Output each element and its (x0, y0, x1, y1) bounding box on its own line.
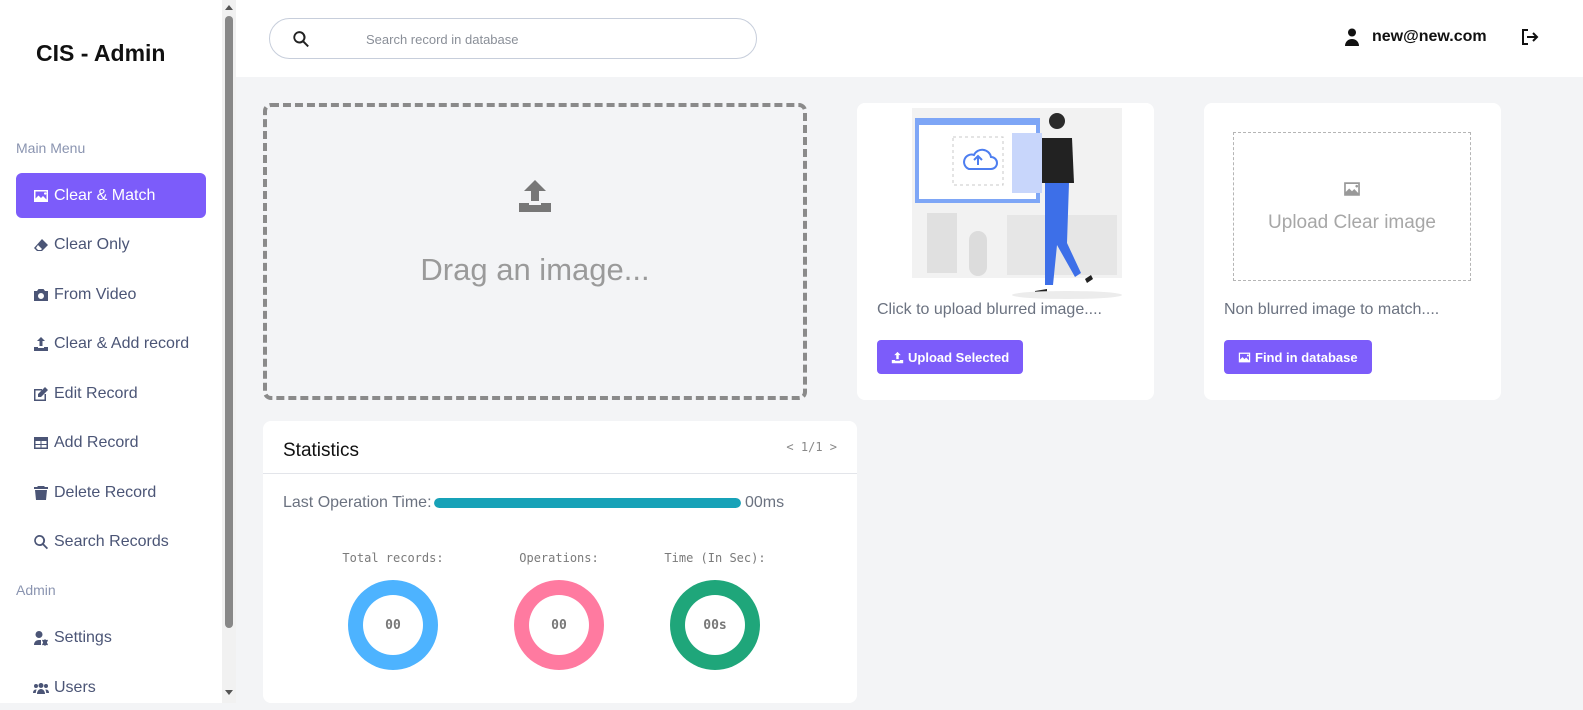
camera-icon (32, 286, 50, 304)
last-operation-progress (434, 498, 741, 508)
sidebar-item-label: Search Records (54, 532, 169, 550)
metric-label: Time (In Sec): (664, 551, 766, 565)
sidebar-item-from-video[interactable]: From Video (16, 272, 206, 317)
image-icon (32, 187, 50, 205)
sidebar-item-label: Add Record (54, 433, 139, 451)
divider (263, 473, 857, 474)
scroll-down-arrow-icon[interactable] (225, 690, 233, 695)
logout-icon[interactable] (1521, 28, 1539, 51)
edit-icon (32, 385, 50, 403)
scroll-thumb[interactable] (225, 16, 233, 628)
sidebar-item-clear-match[interactable]: Clear & Match (16, 173, 206, 218)
sidebar-item-label: Users (54, 678, 96, 696)
user-gear-icon (32, 629, 50, 647)
clear-image-upload-box[interactable]: Upload Clear image (1233, 132, 1471, 281)
user-email: new@new.com (1372, 28, 1487, 45)
sidebar-item-clear-only[interactable]: Clear Only (16, 222, 206, 267)
search-icon (32, 533, 50, 551)
sidebar-item-label: Delete Record (54, 483, 157, 501)
blurred-card-text: Click to upload blurred image.... (877, 301, 1102, 318)
main-menu-label: Main Menu (16, 140, 86, 156)
last-operation-value: 00ms (745, 494, 785, 511)
upload-icon (32, 335, 50, 353)
progress-fill (434, 498, 741, 508)
search-input[interactable] (366, 29, 726, 49)
eraser-icon (32, 236, 50, 254)
upload-icon (891, 351, 904, 363)
find-in-database-button[interactable]: Find in database (1224, 340, 1372, 374)
image-dropzone[interactable]: Drag an image... (263, 103, 807, 400)
metric-operations: Operations: 00 (494, 551, 624, 670)
metric-time: Time (In Sec): 00s (650, 551, 780, 670)
metric-ring: 00 (348, 580, 438, 670)
clear-card-text: Non blurred image to match.... (1224, 301, 1440, 318)
scroll-up-arrow-icon[interactable] (225, 5, 233, 10)
metric-ring: 00s (670, 580, 760, 670)
dropzone-text: Drag an image... (420, 252, 650, 287)
upload-illustration (857, 103, 1154, 303)
sidebar-item-clear-add-record[interactable]: Clear & Add record (16, 321, 206, 366)
brand-title: CIS - Admin (36, 40, 166, 66)
last-operation-label: Last Operation Time: (283, 494, 432, 511)
sidebar-item-delete-record[interactable]: Delete Record (16, 470, 206, 515)
upload-selected-label: Upload Selected (908, 349, 1010, 365)
metric-value: 00 (363, 595, 423, 655)
sidebar-item-label: Settings (54, 628, 112, 646)
upload-icon (518, 179, 552, 218)
image-icon (1238, 352, 1251, 362)
users-icon (32, 679, 50, 697)
clear-box-text: Upload Clear image (1268, 211, 1436, 233)
sidebar-item-settings[interactable]: Settings (16, 615, 206, 660)
sidebar-item-label: Clear & Match (54, 186, 156, 204)
admin-label: Admin (16, 582, 56, 598)
top-header: new@new.com (236, 0, 1583, 77)
statistics-pager[interactable]: < 1/1 > (786, 440, 837, 454)
user-icon (1345, 28, 1359, 46)
table-icon (32, 434, 50, 452)
metric-value: 00 (529, 595, 589, 655)
sidebar-scrollbar[interactable] (222, 0, 236, 703)
blurred-upload-card[interactable]: Click to upload blurred image.... Upload… (857, 103, 1154, 400)
statistics-title: Statistics (283, 440, 360, 461)
metric-label: Total records: (342, 551, 444, 565)
search-bar[interactable] (269, 18, 757, 59)
sidebar-item-label: From Video (54, 285, 137, 303)
statistics-panel: Statistics < 1/1 > Last Operation Time: … (263, 421, 857, 703)
image-icon (1344, 181, 1360, 196)
sidebar-item-search-records[interactable]: Search Records (16, 519, 206, 564)
sidebar-item-label: Edit Record (54, 384, 138, 402)
sidebar-item-edit-record[interactable]: Edit Record (16, 371, 206, 416)
user-menu[interactable]: new@new.com (1344, 28, 1487, 46)
search-icon (292, 30, 310, 53)
sidebar-item-label: Clear Only (54, 235, 130, 253)
upload-selected-button[interactable]: Upload Selected (877, 340, 1024, 374)
sidebar: CIS - Admin Main Menu Clear & Match Clea… (0, 0, 222, 703)
sidebar-item-users[interactable]: Users (16, 665, 206, 710)
metric-total-records: Total records: 00 (328, 551, 458, 670)
metric-ring: 00 (514, 580, 604, 670)
metric-value: 00s (685, 595, 745, 655)
metric-label: Operations: (519, 551, 599, 565)
sidebar-item-label: Clear & Add record (54, 334, 190, 352)
trash-icon (32, 484, 50, 502)
sidebar-item-add-record[interactable]: Add Record (16, 420, 206, 465)
clear-image-card: Upload Clear image Non blurred image to … (1204, 103, 1501, 400)
find-in-database-label: Find in database (1255, 349, 1358, 365)
